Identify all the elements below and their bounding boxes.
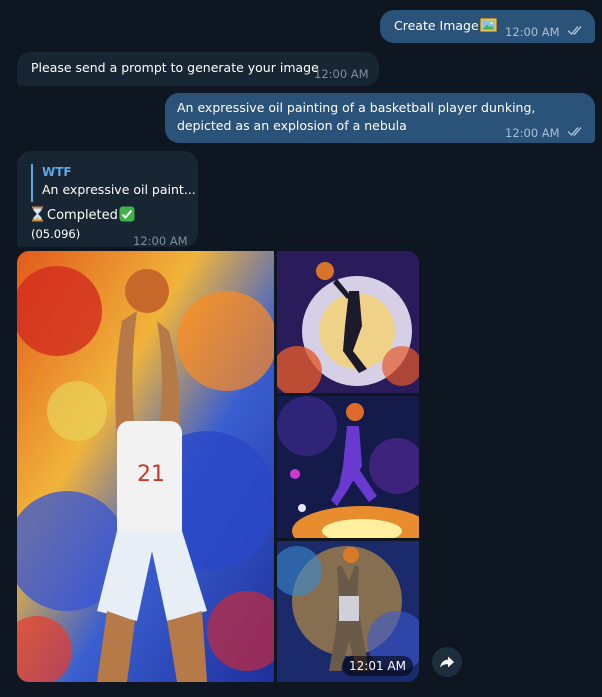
read-checkmarks-icon	[567, 23, 585, 36]
message-time: 12:00 AM	[314, 67, 369, 81]
message-text: Please send a prompt to generate your im…	[31, 60, 319, 75]
share-button[interactable]	[432, 647, 462, 677]
image-album: 21 12:01 AM	[17, 251, 419, 682]
message-time: 12:00 AM	[133, 234, 188, 248]
reply-preview-text: An expressive oil paint...	[42, 182, 196, 197]
message-time: 12:00 AM	[505, 126, 560, 140]
outgoing-message-create-image[interactable]: Create Image 12:00 AM	[380, 10, 595, 43]
generated-image-1[interactable]: 21	[17, 251, 274, 682]
reply-author: WTF	[42, 165, 72, 179]
reply-quote[interactable]: WTF An expressive oil paint...	[31, 164, 196, 202]
incoming-message-prompt-request[interactable]: Please send a prompt to generate your im…	[17, 52, 379, 86]
outgoing-message-prompt[interactable]: An expressive oil painting of a basketba…	[165, 93, 595, 143]
generated-image-3[interactable]	[277, 396, 419, 538]
read-checkmarks-icon	[567, 124, 585, 137]
message-text: Create Image	[394, 18, 479, 33]
generation-duration: (05.096)	[31, 227, 81, 241]
album-time: 12:01 AM	[342, 656, 413, 676]
framed-picture-icon	[479, 18, 497, 32]
check-mark-button-icon	[119, 206, 135, 222]
message-time: 12:00 AM	[505, 25, 560, 39]
svg-text:21: 21	[137, 462, 165, 487]
incoming-message-completed[interactable]: WTF An expressive oil paint... Completed…	[17, 151, 198, 248]
status-text: Completed	[47, 208, 118, 223]
status-line: Completed	[31, 206, 135, 226]
generated-image-2[interactable]	[277, 251, 419, 393]
hourglass-icon	[31, 206, 44, 222]
share-arrow-icon	[440, 656, 454, 668]
